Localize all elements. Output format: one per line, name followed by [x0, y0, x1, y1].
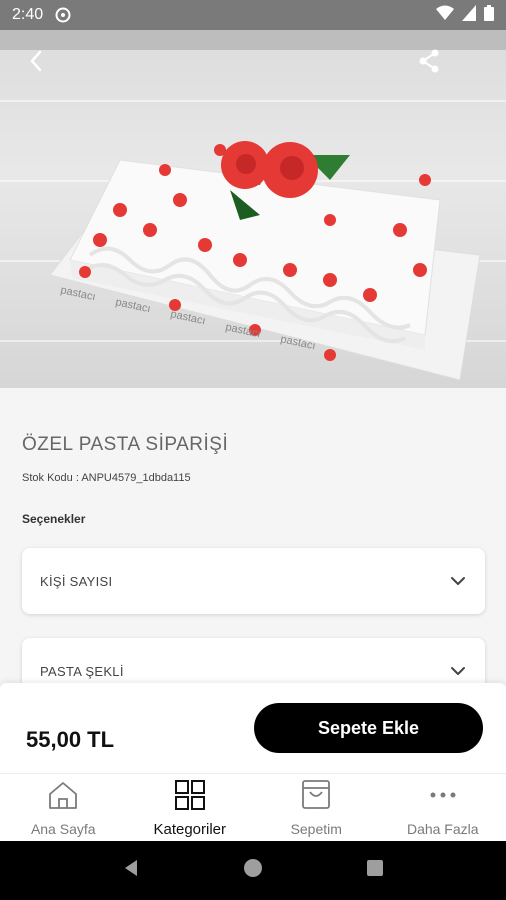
home-icon: [46, 778, 80, 817]
nav-item-categories[interactable]: Kategoriler: [127, 774, 254, 841]
add-to-cart-bar: 55,00 TL Sepete Ekle: [0, 683, 506, 773]
options-heading: Seçenekler: [22, 512, 86, 526]
battery-icon: [484, 4, 494, 26]
nav-label: Ana Sayfa: [30, 821, 96, 837]
chevron-down-icon: [449, 662, 467, 680]
nav-label: Sepetim: [290, 821, 342, 837]
product-title: ÖZEL PASTA SİPARİŞİ: [22, 434, 229, 455]
product-price: 55,00 TL: [26, 727, 115, 752]
nav-item-cart[interactable]: Sepetim: [253, 774, 380, 841]
signal-icon: [462, 4, 476, 26]
system-navigation-bar: [0, 841, 506, 900]
option-label: PASTA ŞEKLİ: [40, 663, 124, 679]
product-sku: Stok Kodu : ANPU4579_1dbda115: [22, 472, 191, 484]
system-home-icon[interactable]: [242, 857, 264, 884]
more-icon: [426, 778, 460, 817]
product-image: pastacı pastacı pastacı pastacı pastacı: [0, 30, 506, 388]
system-recents-icon[interactable]: [364, 857, 386, 884]
svg-text:pastacı: pastacı: [59, 284, 96, 303]
nav-item-more[interactable]: Daha Fazla: [380, 774, 506, 841]
option-person-count-dropdown[interactable]: KİŞİ SAYISI: [22, 548, 485, 614]
share-icon[interactable]: [414, 46, 444, 76]
nav-label: Kategoriler: [153, 820, 227, 838]
status-time: 2:40: [12, 6, 44, 23]
option-label: KİŞİ SAYISI: [40, 573, 113, 589]
status-bar: 2:40: [0, 0, 506, 30]
sync-icon: [55, 7, 71, 23]
back-icon[interactable]: [22, 46, 52, 76]
nav-item-home[interactable]: Ana Sayfa: [0, 774, 127, 841]
nav-label: Daha Fazla: [406, 821, 479, 837]
chevron-down-icon: [449, 572, 467, 590]
add-to-cart-button[interactable]: Sepete Ekle: [254, 703, 483, 753]
bag-icon: [299, 778, 333, 817]
grid-icon: [173, 778, 207, 817]
cake-illustration: pastacı pastacı pastacı pastacı pastacı: [30, 80, 490, 381]
system-back-icon[interactable]: [120, 857, 142, 884]
bottom-navigation: Ana Sayfa Kategoriler Sepetim Daha Fazla: [0, 773, 506, 841]
wifi-icon: [436, 5, 454, 26]
product-details: ÖZEL PASTA SİPARİŞİ Stok Kodu : ANPU4579…: [0, 410, 506, 704]
